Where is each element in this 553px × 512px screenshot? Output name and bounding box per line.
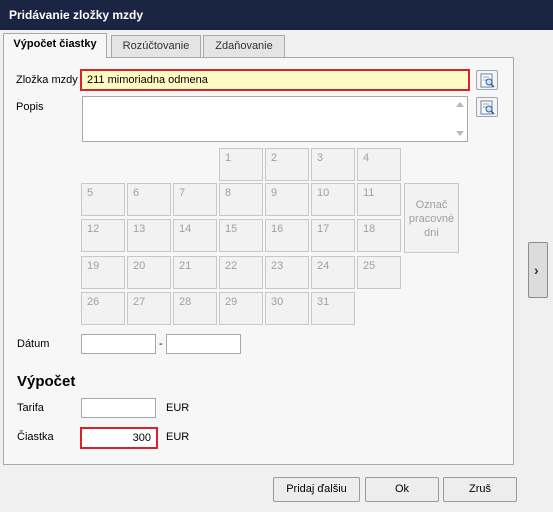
calendar-day[interactable]: 26 <box>81 292 125 325</box>
date-separator: - <box>159 338 163 350</box>
calendar-day[interactable]: 24 <box>311 256 355 289</box>
search-icon <box>480 100 495 115</box>
calendar-day[interactable]: 15 <box>219 219 263 252</box>
tab-vypocet-ciastky[interactable]: Výpočet čiastky <box>3 33 107 58</box>
rate-unit: EUR <box>166 402 190 414</box>
calendar-day[interactable]: 30 <box>265 292 309 325</box>
amount-field[interactable]: 300 <box>80 427 158 449</box>
calendar-day[interactable]: 13 <box>127 219 171 252</box>
calendar-day[interactable]: 4 <box>357 148 401 181</box>
date-to-field[interactable] <box>166 334 241 354</box>
scroll-up-icon <box>456 102 464 107</box>
calendar-day[interactable]: 27 <box>127 292 171 325</box>
date-from-field[interactable] <box>81 334 156 354</box>
amount-label: Čiastka <box>17 431 54 443</box>
calendar-day[interactable]: 20 <box>127 256 171 289</box>
calendar-day[interactable]: 23 <box>265 256 309 289</box>
calculation-title: Výpočet <box>17 373 76 390</box>
window-title: Pridávanie zložky mzdy <box>0 0 553 30</box>
date-label: Dátum <box>17 338 50 350</box>
calendar-day[interactable]: 2 <box>265 148 309 181</box>
component-label: Zložka mzdy <box>16 74 78 86</box>
description-field[interactable] <box>82 96 468 142</box>
calendar-day[interactable]: 6 <box>127 183 171 216</box>
ok-button[interactable]: Ok <box>365 477 439 502</box>
add-next-button[interactable]: Pridaj ďalšiu <box>273 477 360 502</box>
tab-zdanovanie[interactable]: Zdaňovanie <box>203 35 285 57</box>
component-lookup-button[interactable] <box>476 70 498 90</box>
calendar-day[interactable]: 31 <box>311 292 355 325</box>
calendar-day[interactable]: 1 <box>219 148 263 181</box>
calendar-day[interactable]: 28 <box>173 292 217 325</box>
calendar-day[interactable]: 21 <box>173 256 217 289</box>
tab-rozuctovanie[interactable]: Rozúčtovanie <box>111 35 201 57</box>
scroll-down-icon <box>456 131 464 136</box>
search-icon <box>480 73 495 88</box>
calendar-day[interactable]: 7 <box>173 183 217 216</box>
calendar-day[interactable]: 29 <box>219 292 263 325</box>
rate-field[interactable] <box>81 398 156 418</box>
calendar-day[interactable]: 17 <box>311 219 355 252</box>
component-field[interactable]: 211 mimoriadna odmena <box>80 69 470 91</box>
calendar-day[interactable]: 12 <box>81 219 125 252</box>
calendar-day[interactable]: 25 <box>357 256 401 289</box>
calendar-day[interactable]: 5 <box>81 183 125 216</box>
description-label: Popis <box>16 101 44 113</box>
calendar-day[interactable]: 8 <box>219 183 263 216</box>
calendar-day[interactable]: 3 <box>311 148 355 181</box>
calendar-day[interactable]: 19 <box>81 256 125 289</box>
amount-unit: EUR <box>166 431 190 443</box>
calendar-day[interactable]: 14 <box>173 219 217 252</box>
rate-label: Tarifa <box>17 402 44 414</box>
chevron-right-icon: › <box>534 262 539 278</box>
cancel-button[interactable]: Zruš <box>443 477 517 502</box>
expand-panel-button[interactable]: › <box>528 242 548 298</box>
description-lookup-button[interactable] <box>476 97 498 117</box>
mark-working-days-button[interactable]: Označ pracovné dni <box>404 183 459 253</box>
calendar-day[interactable]: 18 <box>357 219 401 252</box>
calendar-day[interactable]: 16 <box>265 219 309 252</box>
calendar-day[interactable]: 9 <box>265 183 309 216</box>
calendar-day[interactable]: 11 <box>357 183 401 216</box>
calendar-day[interactable]: 10 <box>311 183 355 216</box>
calendar-day[interactable]: 22 <box>219 256 263 289</box>
